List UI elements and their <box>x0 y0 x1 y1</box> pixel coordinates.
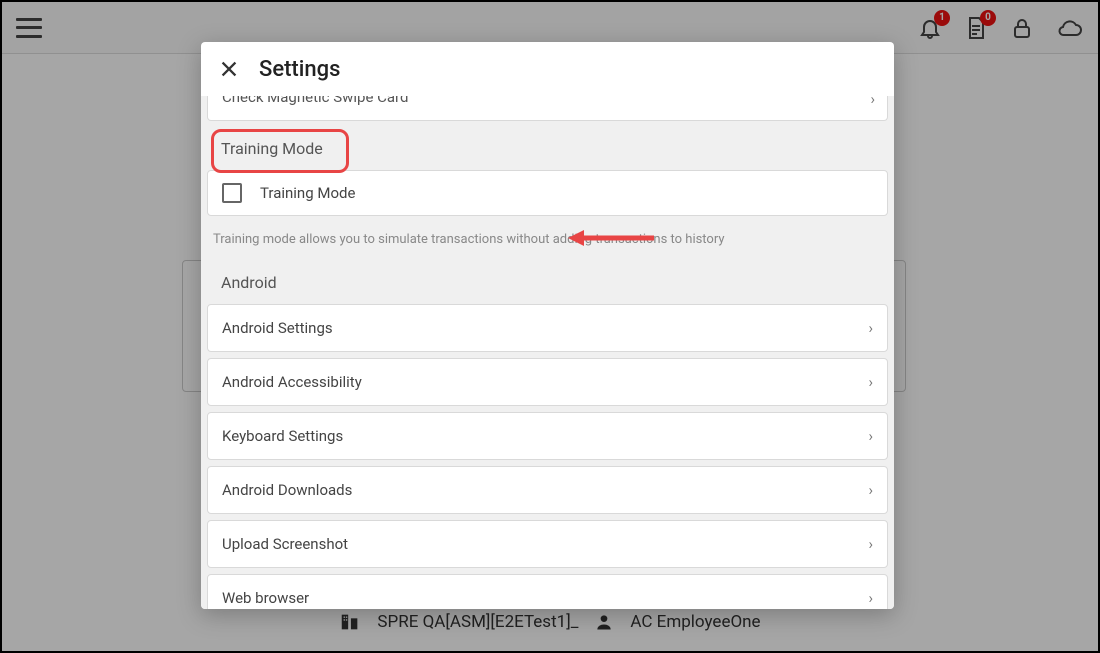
list-item-label: Upload Screenshot <box>222 535 348 553</box>
list-item[interactable]: Web browser › <box>207 574 888 609</box>
list-item-label: Keyboard Settings <box>222 427 343 445</box>
chevron-right-icon: › <box>868 427 873 445</box>
list-item-label: Android Downloads <box>222 481 352 499</box>
close-icon[interactable] <box>215 55 243 83</box>
section-header-label: Android <box>221 273 277 292</box>
list-item-label: Android Accessibility <box>222 373 362 391</box>
settings-modal: Settings Check Magnetic Swipe Card › Tra… <box>201 42 894 609</box>
list-item[interactable]: Android Settings › <box>207 304 888 352</box>
section-header-training: Training Mode <box>207 127 888 170</box>
chevron-right-icon: › <box>868 481 873 499</box>
section-header-android: Android <box>207 261 888 304</box>
chevron-right-icon: › <box>868 319 873 337</box>
list-item-label: Web browser <box>222 589 309 607</box>
list-item[interactable]: Android Downloads › <box>207 466 888 514</box>
training-mode-row[interactable]: Training Mode <box>207 170 888 216</box>
list-item[interactable]: Upload Screenshot › <box>207 520 888 568</box>
training-mode-help-text: Training mode allows you to simulate tra… <box>207 222 888 261</box>
modal-body: Check Magnetic Swipe Card › Training Mod… <box>201 96 894 609</box>
chevron-right-icon: › <box>870 96 875 108</box>
list-item[interactable]: Android Accessibility › <box>207 358 888 406</box>
training-mode-label: Training Mode <box>260 184 355 202</box>
list-item[interactable]: Keyboard Settings › <box>207 412 888 460</box>
section-header-label: Training Mode <box>221 139 323 158</box>
list-item-label: Check Magnetic Swipe Card <box>222 96 408 106</box>
chevron-right-icon: › <box>868 535 873 553</box>
list-item[interactable]: Check Magnetic Swipe Card › <box>207 96 888 121</box>
modal-header: Settings <box>201 42 894 96</box>
chevron-right-icon: › <box>868 373 873 391</box>
modal-title: Settings <box>259 57 340 82</box>
list-item-label: Android Settings <box>222 319 333 337</box>
training-mode-checkbox[interactable] <box>222 183 242 203</box>
chevron-right-icon: › <box>868 589 873 607</box>
